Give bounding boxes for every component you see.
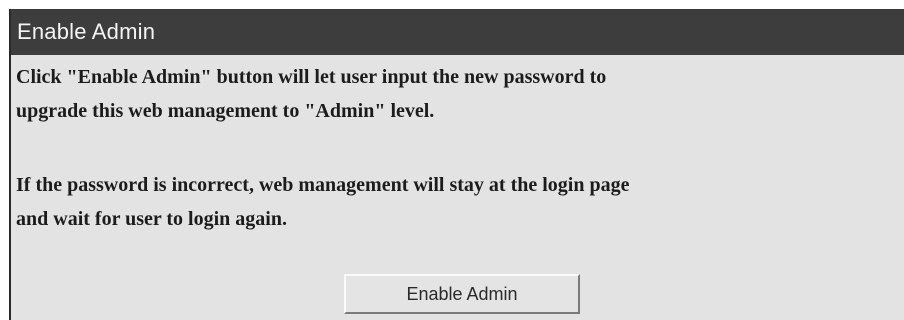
- instruction-line-1: Click "Enable Admin" button will let use…: [16, 66, 607, 88]
- warning-line-2: and wait for user to login again.: [16, 208, 287, 230]
- panel-title: Enable Admin: [17, 19, 156, 44]
- instruction-paragraph: Click "Enable Admin" button will let use…: [16, 60, 886, 128]
- instruction-line-2: upgrade this web management to "Admin" l…: [16, 100, 435, 122]
- enable-admin-button[interactable]: Enable Admin: [344, 274, 580, 314]
- warning-paragraph: If the password is incorrect, web manage…: [16, 168, 886, 236]
- warning-line-1: If the password is incorrect, web manage…: [16, 174, 630, 196]
- panel-title-bar: Enable Admin: [11, 9, 904, 55]
- enable-admin-panel: Enable Admin Click "Enable Admin" button…: [9, 9, 904, 320]
